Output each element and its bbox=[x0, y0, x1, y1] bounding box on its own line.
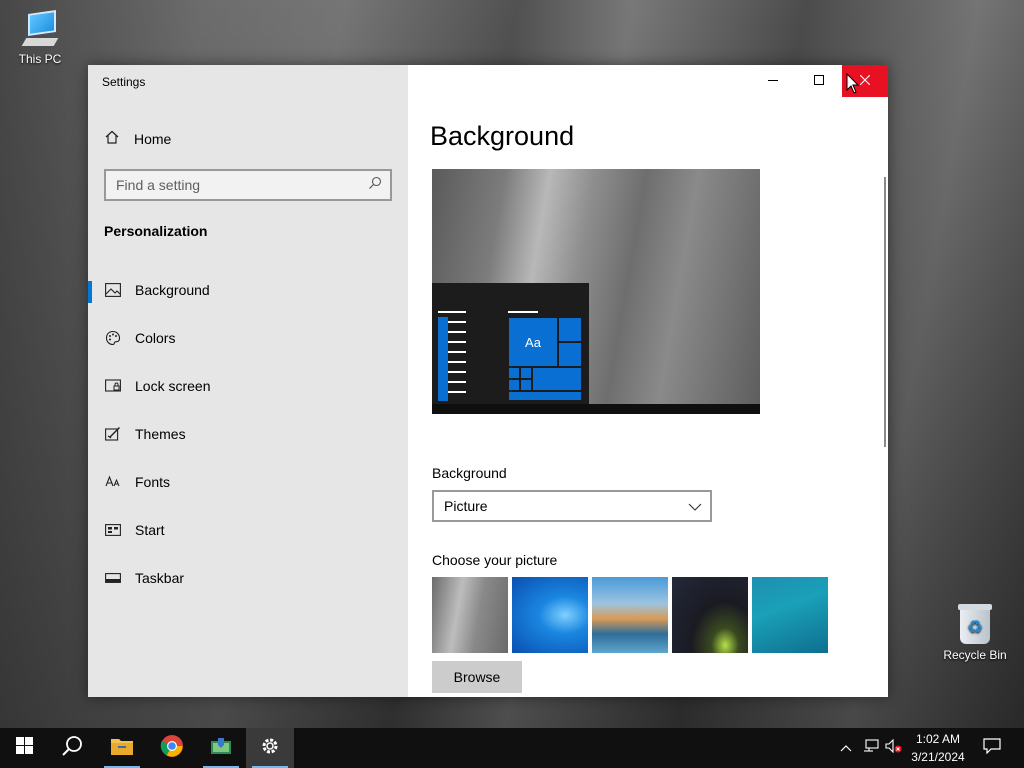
beach-rocks-picture[interactable] bbox=[592, 577, 668, 653]
sidebar-item-label: Start bbox=[135, 522, 165, 538]
sidebar-item-label: Home bbox=[134, 131, 172, 147]
minimize-button[interactable] bbox=[750, 65, 796, 97]
sidebar-item-label: Background bbox=[135, 282, 210, 298]
themes-icon bbox=[104, 425, 122, 443]
picture-choices bbox=[432, 577, 832, 653]
mouse-cursor-icon bbox=[846, 73, 860, 94]
sidebar-item-label: Lock screen bbox=[135, 378, 211, 394]
recycle-bin-icon: ♻ bbox=[956, 602, 994, 646]
palette-icon bbox=[104, 329, 122, 347]
picture-icon bbox=[104, 281, 122, 299]
action-center-button[interactable] bbox=[978, 728, 1006, 768]
page-title: Background bbox=[430, 121, 575, 151]
sidebar-item-start[interactable]: Start bbox=[88, 510, 408, 550]
taskbar-settings[interactable] bbox=[246, 728, 294, 768]
sidebar: Settings Home Personalization Background bbox=[88, 65, 408, 697]
sidebar-item-label: Fonts bbox=[135, 474, 171, 490]
sidebar-item-label: Colors bbox=[135, 330, 176, 346]
sidebar-item-label: Taskbar bbox=[135, 570, 185, 586]
home-icon bbox=[104, 129, 120, 150]
taskbar-file-explorer[interactable] bbox=[98, 728, 146, 768]
start-button[interactable] bbox=[0, 728, 48, 768]
taskbar-app[interactable] bbox=[197, 728, 245, 768]
desktop-icon-this-pc[interactable]: This PC bbox=[2, 10, 78, 66]
clock-date: 3/21/2024 bbox=[911, 750, 965, 764]
desktop-icon-label: Recycle Bin bbox=[943, 648, 1007, 662]
sidebar-item-background[interactable]: Background bbox=[88, 270, 408, 310]
sidebar-item-taskbar[interactable]: Taskbar bbox=[88, 558, 408, 598]
app-icon bbox=[210, 736, 232, 761]
background-label: Background bbox=[432, 465, 507, 481]
volume-muted-icon bbox=[885, 738, 903, 758]
search-input[interactable] bbox=[116, 177, 346, 193]
lock-screen-icon bbox=[104, 377, 122, 395]
show-hidden-icons-button[interactable] bbox=[838, 728, 854, 768]
chevron-down-icon bbox=[688, 498, 702, 514]
minimize-icon bbox=[768, 72, 778, 90]
search-box[interactable] bbox=[104, 169, 392, 201]
window-controls bbox=[750, 65, 888, 97]
background-type-dropdown[interactable]: Picture bbox=[432, 490, 712, 522]
clock-time: 1:02 AM bbox=[915, 732, 961, 746]
windows-blue-picture[interactable] bbox=[512, 577, 588, 653]
night-sky-tent-picture[interactable] bbox=[672, 577, 748, 653]
notification-icon bbox=[983, 737, 1001, 759]
chevron-up-icon bbox=[840, 739, 852, 757]
fonts-icon bbox=[104, 473, 122, 491]
network-tray[interactable] bbox=[862, 728, 880, 768]
maximize-button[interactable] bbox=[796, 65, 842, 97]
preview-app-bar bbox=[438, 317, 448, 401]
preview-taskbar bbox=[432, 404, 760, 414]
search-icon bbox=[61, 735, 83, 762]
volume-tray[interactable] bbox=[884, 728, 904, 768]
preview-tile-aa: Aa bbox=[508, 317, 558, 367]
close-icon bbox=[859, 72, 871, 90]
maximize-icon bbox=[814, 72, 824, 90]
dropdown-value: Picture bbox=[444, 498, 488, 514]
taskbar: 1:02 AM 3/21/2024 bbox=[0, 728, 1024, 768]
background-preview: Aa bbox=[432, 169, 760, 414]
network-icon bbox=[863, 738, 879, 758]
sidebar-item-colors[interactable]: Colors bbox=[88, 318, 408, 358]
content-pane: Background Aa Background Picture Choose … bbox=[408, 65, 888, 697]
preview-tiles: Aa bbox=[508, 317, 582, 401]
sidebar-item-themes[interactable]: Themes bbox=[88, 414, 408, 454]
sidebar-item-home[interactable]: Home bbox=[104, 129, 171, 149]
cliff-picture[interactable] bbox=[432, 577, 508, 653]
section-title: Personalization bbox=[104, 223, 208, 239]
desktop-icon-label: This PC bbox=[18, 52, 62, 66]
start-icon bbox=[104, 521, 122, 539]
desktop-icon-recycle-bin[interactable]: ♻ Recycle Bin bbox=[937, 602, 1013, 662]
taskbar-clock[interactable]: 1:02 AM 3/21/2024 bbox=[905, 730, 971, 766]
settings-window: Settings Home Personalization Background bbox=[88, 65, 888, 697]
window-title: Settings bbox=[102, 75, 146, 89]
sidebar-item-fonts[interactable]: Fonts bbox=[88, 462, 408, 502]
windows-logo-icon bbox=[15, 737, 33, 759]
taskbar-search-button[interactable] bbox=[48, 728, 96, 768]
sidebar-item-label: Themes bbox=[135, 426, 186, 442]
search-icon bbox=[368, 176, 382, 195]
underwater-swimmer-picture[interactable] bbox=[752, 577, 828, 653]
file-explorer-icon bbox=[110, 736, 134, 761]
active-indicator bbox=[88, 281, 92, 303]
preview-start-menu: Aa bbox=[432, 283, 589, 404]
this-pc-icon bbox=[20, 10, 60, 50]
choose-picture-label: Choose your picture bbox=[432, 552, 558, 568]
browse-button[interactable]: Browse bbox=[432, 661, 522, 693]
sidebar-item-lock-screen[interactable]: Lock screen bbox=[88, 366, 408, 406]
scrollbar[interactable] bbox=[884, 177, 886, 447]
settings-icon bbox=[260, 736, 280, 761]
taskbar-chrome[interactable] bbox=[148, 728, 196, 768]
taskbar-icon bbox=[104, 569, 122, 587]
chrome-icon bbox=[160, 734, 184, 763]
